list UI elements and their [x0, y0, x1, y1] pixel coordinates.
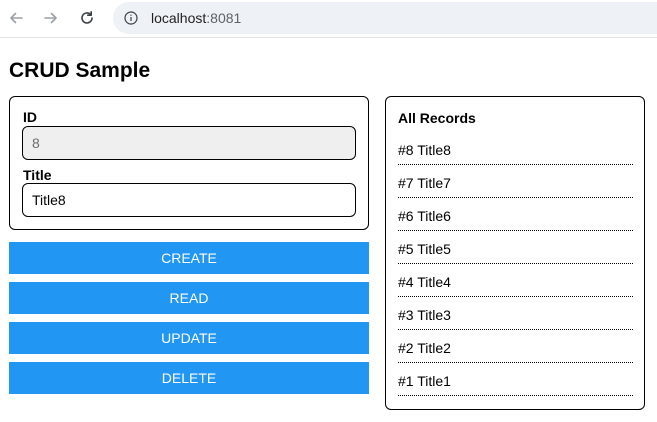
reload-button[interactable] — [76, 7, 98, 29]
arrow-right-icon — [44, 12, 57, 24]
back-button[interactable] — [5, 7, 27, 29]
url-host: localhost — [151, 10, 207, 26]
info-icon[interactable] — [124, 11, 138, 25]
create-button[interactable]: CREATE — [9, 242, 369, 274]
address-bar[interactable]: localhost:8081 — [113, 2, 657, 34]
list-item[interactable]: #2 Title2 — [398, 330, 633, 363]
id-label: ID — [23, 109, 37, 125]
records-list: #8 Title8 #7 Title7 #6 Title6 #5 Title5 … — [398, 132, 633, 396]
read-button[interactable]: READ — [9, 282, 369, 314]
id-field: 8 — [22, 126, 356, 160]
page-title: CRUD Sample — [9, 59, 151, 82]
title-field[interactable]: Title8 — [22, 183, 356, 217]
forward-button[interactable] — [40, 7, 62, 29]
delete-button[interactable]: DELETE — [9, 362, 369, 394]
url-port: :8081 — [206, 10, 242, 26]
url-text: localhost:8081 — [151, 10, 241, 26]
list-item[interactable]: #4 Title4 — [398, 264, 633, 297]
records-panel: All Records #8 Title8 #7 Title7 #6 Title… — [385, 96, 645, 410]
list-item[interactable]: #8 Title8 — [398, 132, 633, 165]
list-item[interactable]: #3 Title3 — [398, 297, 633, 330]
list-item[interactable]: #6 Title6 — [398, 198, 633, 231]
reload-icon — [81, 11, 93, 24]
list-item[interactable]: #7 Title7 — [398, 165, 633, 198]
arrow-left-icon — [10, 12, 23, 24]
browser-toolbar: localhost:8081 — [0, 0, 657, 38]
records-heading: All Records — [398, 110, 476, 126]
list-item[interactable]: #1 Title1 — [398, 363, 633, 396]
title-label: Title — [23, 167, 52, 183]
record-form: ID 8 Title Title8 — [9, 96, 369, 230]
update-button[interactable]: UPDATE — [9, 322, 369, 354]
list-item[interactable]: #5 Title5 — [398, 231, 633, 264]
